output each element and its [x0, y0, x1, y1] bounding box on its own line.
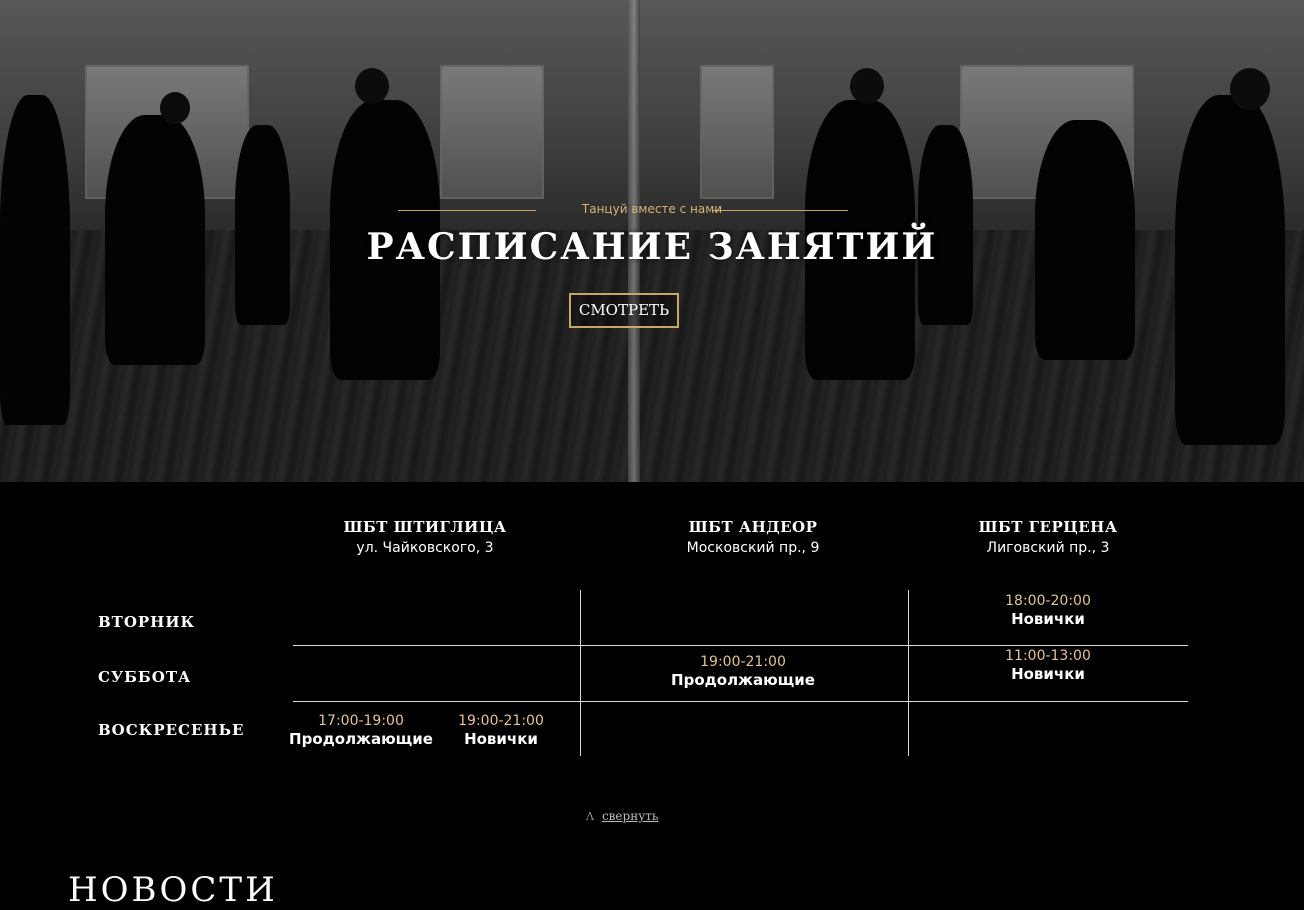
slot-level: Продолжающие [671, 671, 815, 689]
schedule-slot[interactable]: 19:00-21:00 Новички [421, 713, 581, 748]
schedule-slot[interactable]: 17:00-19:00 Продолжающие [281, 713, 441, 748]
slot-time: 19:00-21:00 [458, 713, 544, 729]
venue-header: ШБТ АНДЕОР Московский пр., 9 [633, 518, 873, 556]
venue-header: ШБТ ГЕРЦЕНА Лиговский пр., 3 [928, 518, 1168, 556]
venue-header: ШБТ ШТИГЛИЦА ул. Чайковского, 3 [305, 518, 545, 556]
day-label-tuesday: ВТОРНИК [98, 613, 196, 631]
hero-title: РАСПИСАНИЕ ЗАНЯТИЙ [366, 226, 938, 268]
grid-line-horizontal [293, 701, 1188, 702]
news-section-title: НОВОСТИ [68, 870, 278, 910]
collapse-schedule-link[interactable]: Λсвернуть [586, 809, 658, 823]
hero-tagline: Танцуй вместе с нами [581, 202, 723, 216]
slot-time: 11:00-13:00 [1005, 648, 1091, 664]
view-schedule-button[interactable]: СМОТРЕТЬ [569, 293, 679, 328]
chevron-up-icon: Λ [586, 810, 594, 823]
schedule-slot[interactable]: 18:00-20:00 Новички [968, 593, 1128, 628]
schedule-slot[interactable]: 19:00-21:00 Продолжающие [663, 654, 823, 689]
grid-line-horizontal [293, 645, 1188, 646]
slot-time: 18:00-20:00 [1005, 593, 1091, 609]
hero-banner: Танцуй вместе с нами РАСПИСАНИЕ ЗАНЯТИЙ … [0, 0, 1304, 482]
slot-level: Новички [1011, 665, 1085, 683]
day-label-sunday: ВОСКРЕСЕНЬЕ [98, 721, 245, 739]
venue-name: ШБТ АНДЕОР [688, 518, 818, 536]
slot-time: 17:00-19:00 [318, 713, 404, 729]
venue-name: ШБТ ШТИГЛИЦА [343, 518, 507, 536]
slot-level: Новички [464, 730, 538, 748]
collapse-label: свернуть [601, 809, 659, 823]
venue-name: ШБТ ГЕРЦЕНА [978, 518, 1118, 536]
slot-level: Продолжающие [289, 730, 433, 748]
slot-time: 19:00-21:00 [700, 654, 786, 670]
venue-address: Лиговский пр., 3 [986, 540, 1110, 556]
grid-line-vertical [908, 590, 909, 756]
day-label-saturday: СУББОТА [98, 668, 192, 686]
schedule-slot[interactable]: 11:00-13:00 Новички [968, 648, 1128, 683]
venue-address: Московский пр., 9 [686, 540, 820, 556]
slot-level: Новички [1011, 610, 1085, 628]
venue-address: ул. Чайковского, 3 [356, 540, 494, 556]
